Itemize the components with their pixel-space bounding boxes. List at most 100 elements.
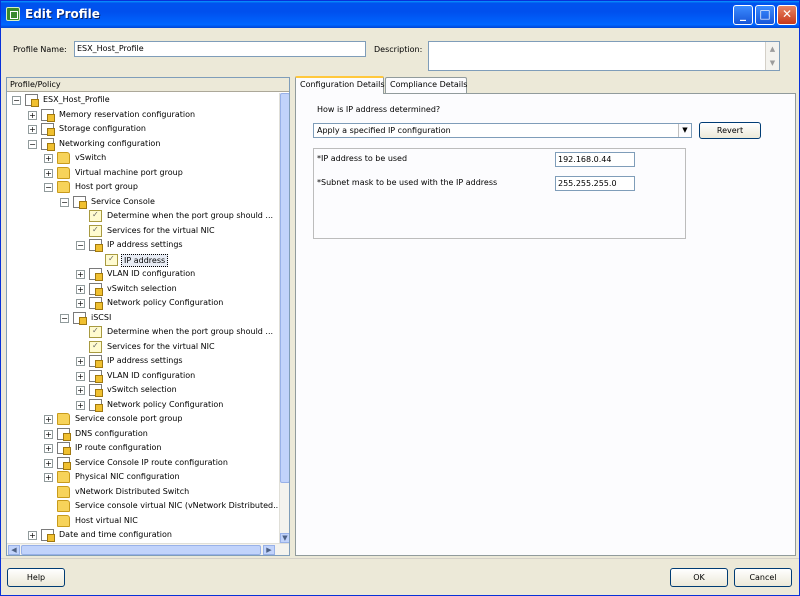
collapse-icon[interactable]: − — [44, 183, 53, 192]
profile-icon — [41, 123, 55, 136]
horizontal-scroll-thumb[interactable] — [21, 545, 261, 555]
profile-icon — [89, 369, 103, 383]
ip-determination-value: Apply a specified IP configuration — [317, 126, 451, 135]
profile-icon — [73, 311, 87, 325]
tree-item-label: Service Console — [91, 196, 155, 206]
close-button[interactable]: ✕ — [777, 5, 797, 25]
tree-item[interactable]: vNetwork Distributed Switch — [7, 485, 279, 499]
ip-determination-select[interactable]: Apply a specified IP configuration ▼ — [313, 123, 692, 138]
tree-item[interactable]: + Virtual machine port group — [7, 166, 279, 180]
tree-item[interactable]: + IP address settings — [7, 354, 279, 368]
tab-compliance-details[interactable]: Compliance Details — [385, 77, 467, 93]
tree-item[interactable]: + IP route configuration — [7, 441, 279, 455]
subnet-mask-input[interactable]: 255.255.255.0 — [555, 176, 635, 191]
collapse-icon[interactable]: − — [76, 241, 85, 250]
tree-item[interactable]: + Storage configuration — [7, 122, 279, 136]
ok-button[interactable]: OK — [670, 568, 728, 587]
tree-item-label: DNS configuration — [75, 428, 148, 438]
expand-icon[interactable]: + — [76, 270, 85, 279]
revert-button[interactable]: Revert — [699, 122, 761, 139]
tree-item[interactable]: + Service console port group — [7, 412, 279, 426]
footer-separator — [1, 558, 799, 559]
tree-item[interactable]: + DNS configuration — [7, 427, 279, 441]
help-button[interactable]: Help — [7, 568, 65, 587]
expand-icon[interactable]: + — [44, 429, 53, 439]
tree-item[interactable]: − Networking configuration — [7, 137, 279, 151]
tree-item[interactable]: IP address — [7, 253, 279, 267]
expand-icon[interactable]: + — [28, 125, 37, 134]
tree-item[interactable]: + Date and time configuration — [7, 528, 279, 542]
tree-item[interactable]: + Physical NIC configuration — [7, 470, 279, 484]
tree-item[interactable]: + vSwitch — [7, 151, 279, 165]
profile-policy-panel: Profile/Policy − ESX_Host_Profile + Memory … — [6, 77, 290, 556]
scroll-thumb[interactable] — [280, 93, 289, 483]
scroll-up-icon[interactable]: ▲ — [766, 42, 779, 56]
expand-icon[interactable]: + — [76, 357, 85, 366]
tab-configuration-details[interactable]: Configuration Details — [295, 76, 385, 94]
profile-name-input[interactable]: ESX_Host_Profile — [74, 41, 366, 57]
folder-icon — [57, 413, 70, 425]
tree-item-label: IP address — [121, 253, 169, 267]
tree-item[interactable]: − iSCSI — [7, 311, 279, 325]
expand-icon[interactable]: + — [44, 415, 53, 424]
expand-icon[interactable]: + — [76, 299, 85, 308]
collapse-icon[interactable]: − — [60, 197, 69, 207]
tree-vertical-scrollbar[interactable]: ▼ — [279, 93, 289, 543]
expand-icon[interactable]: + — [76, 284, 85, 294]
expand-icon[interactable]: + — [44, 444, 53, 453]
tree-item[interactable]: − Host port group — [7, 180, 279, 194]
expand-icon[interactable]: + — [44, 458, 53, 468]
profile-icon — [57, 427, 71, 441]
tree-item[interactable]: Service console virtual NIC (vNetwork Di… — [7, 499, 279, 513]
collapse-icon[interactable]: − — [60, 313, 69, 323]
tree-item[interactable]: Determine when the port group should ... — [7, 325, 279, 339]
scroll-right-arrow-icon[interactable]: ▶ — [263, 545, 275, 555]
tree-item[interactable]: + Network policy Configuration — [7, 296, 279, 310]
minimize-button[interactable]: _ — [733, 5, 753, 25]
expand-icon[interactable]: + — [76, 371, 85, 381]
folder-icon — [57, 514, 70, 527]
scroll-down-arrow-icon[interactable]: ▼ — [280, 533, 289, 543]
tree-item[interactable]: + VLAN ID configuration — [7, 369, 279, 383]
scroll-left-arrow-icon[interactable]: ◀ — [8, 545, 20, 555]
tree-item-label: Service Console IP route configuration — [75, 457, 228, 467]
scroll-down-icon[interactable]: ▼ — [766, 56, 779, 70]
tree-horizontal-scrollbar[interactable]: ◀ ▶ — [7, 543, 289, 555]
tree-item[interactable]: + vSwitch selection — [7, 383, 279, 397]
description-input[interactable]: ▲ ▼ — [428, 41, 780, 71]
expand-icon[interactable]: + — [28, 531, 37, 540]
maximize-button[interactable]: □ — [755, 5, 775, 25]
profile-icon — [89, 384, 103, 397]
tree-item[interactable]: + Memory reservation configuration — [7, 108, 279, 122]
tree-item[interactable]: + vSwitch selection — [7, 282, 279, 296]
expand-icon[interactable]: + — [44, 154, 53, 163]
tree-item-label: Physical NIC configuration — [75, 472, 180, 481]
description-scrollbar[interactable]: ▲ ▼ — [765, 42, 779, 70]
tree-item[interactable]: − ESX_Host_Profile — [7, 93, 279, 107]
expand-icon[interactable]: + — [28, 110, 37, 120]
tree-item[interactable]: + Service Console IP route configuration — [7, 456, 279, 470]
ip-address-input[interactable]: 192.168.0.44 — [555, 152, 635, 167]
tree-item[interactable]: − IP address settings — [7, 238, 279, 252]
tree-item[interactable]: Host virtual NIC — [7, 514, 279, 528]
policy-icon — [89, 340, 102, 353]
tree-item[interactable]: Services for the virtual NIC — [7, 224, 279, 238]
tree-item[interactable]: Determine when the port group should ... — [7, 209, 279, 223]
ip-determination-question: How is IP address determined? — [317, 105, 441, 114]
folder-icon — [57, 485, 70, 498]
expand-icon[interactable]: + — [44, 168, 53, 178]
collapse-icon[interactable]: − — [28, 139, 37, 149]
folder-icon — [57, 471, 70, 483]
tree-item[interactable]: − Service Console — [7, 195, 279, 209]
tree-item[interactable]: + Network policy Configuration — [7, 398, 279, 412]
title-bar[interactable]: Edit Profile _ □ ✕ — [1, 1, 799, 28]
dropdown-arrow-icon[interactable]: ▼ — [678, 124, 691, 137]
profile-icon — [89, 297, 103, 310]
cancel-button[interactable]: Cancel — [734, 568, 792, 587]
expand-icon[interactable]: + — [76, 386, 85, 395]
tree-item[interactable]: Services for the virtual NIC — [7, 340, 279, 354]
expand-icon[interactable]: + — [76, 400, 85, 410]
tree-item[interactable]: + VLAN ID configuration — [7, 267, 279, 281]
expand-icon[interactable]: + — [44, 473, 53, 482]
collapse-icon[interactable]: − — [12, 96, 21, 105]
